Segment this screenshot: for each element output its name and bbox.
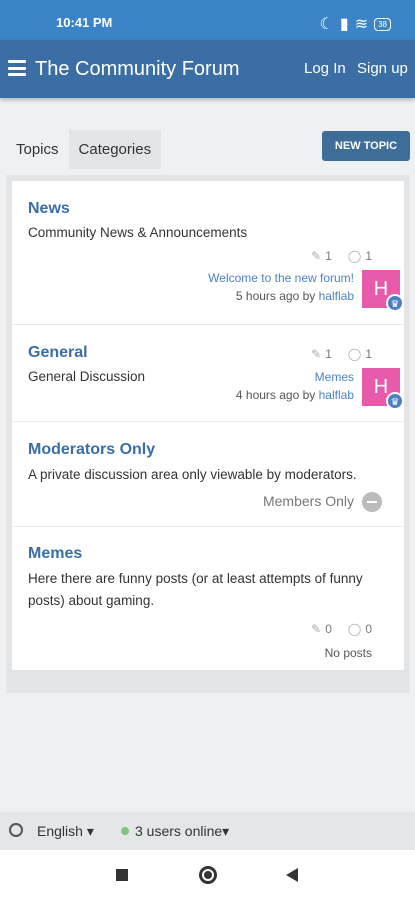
comment-icon: ◯: [347, 347, 362, 361]
language-label: English: [37, 823, 83, 839]
signal-icon: ▮: [339, 16, 349, 33]
crown-icon: ♛: [386, 294, 404, 312]
last-post-meta: 5 hours ago by halflab: [236, 289, 354, 303]
category-counts: ✎ 0 ◯ 0: [311, 622, 372, 636]
comment-icon: ◯: [347, 249, 362, 263]
crown-icon: ♛: [386, 392, 404, 410]
last-post-title[interactable]: Memes: [315, 370, 354, 384]
new-topic-button[interactable]: NEW TOPIC: [322, 131, 410, 161]
users-online-dropdown[interactable]: 3 users online▾: [135, 823, 229, 840]
login-link[interactable]: Log In: [304, 60, 346, 77]
comment-icon: ◯: [347, 622, 362, 636]
category-description: Community News & Announcements: [28, 225, 248, 240]
category-general[interactable]: General General Discussion ✎ 1 ◯ 1 Memes 4…: [12, 325, 404, 422]
caret-down-icon: ▾: [222, 823, 230, 839]
post-count: 0: [365, 622, 372, 636]
category-title[interactable]: Moderators Only: [28, 441, 155, 459]
no-posts-label: No posts: [324, 646, 372, 660]
category-title[interactable]: News: [28, 200, 70, 218]
signup-link[interactable]: Sign up: [357, 60, 408, 77]
pencil-icon: ✎: [311, 622, 322, 636]
avatar-letter: H: [373, 278, 389, 300]
caret-down-icon: ▾: [86, 823, 94, 839]
avatar[interactable]: H ♛: [362, 270, 404, 312]
battery-icon: 38: [374, 17, 391, 31]
recent-apps-icon[interactable]: [116, 869, 128, 881]
restricted-icon: [362, 492, 382, 512]
topic-count: 1: [325, 347, 332, 361]
tab-categories[interactable]: Categories: [68, 130, 162, 169]
category-memes[interactable]: Memes Here there are funny posts (or at …: [12, 527, 404, 670]
system-icons: ☾ ▮ ≋ 38: [320, 14, 391, 34]
categories-panel: News Community News & Announcements ✎ 1 ◯…: [6, 175, 410, 693]
category-moderators-only[interactable]: Moderators Only A private discussion are…: [12, 422, 404, 527]
pencil-icon: ✎: [311, 249, 322, 263]
category-title[interactable]: Memes: [28, 545, 82, 563]
pencil-icon: ✎: [311, 347, 322, 361]
last-post-meta: 4 hours ago by halflab: [236, 388, 354, 402]
category-list: News Community News & Announcements ✎ 1 ◯…: [12, 181, 404, 670]
category-counts: ✎ 1 ◯ 1: [311, 249, 372, 263]
language-selector[interactable]: English ▾: [37, 823, 94, 840]
app-bar: The Community Forum Log In Sign up: [0, 40, 415, 98]
forum-title[interactable]: The Community Forum: [35, 58, 240, 81]
members-only-label: Members Only: [262, 493, 354, 509]
status-time: 10:41 PM: [56, 15, 113, 30]
view-tabs: Topics Categories: [6, 130, 162, 169]
users-online-label: 3 users online: [135, 823, 223, 839]
last-post-title[interactable]: Welcome to the new forum!: [208, 271, 354, 285]
footer-bar: English ▾ 3 users online▾: [0, 812, 415, 850]
last-post-time: 4 hours ago by: [235, 388, 316, 402]
globe-icon: [9, 823, 23, 837]
category-news[interactable]: News Community News & Announcements ✎ 1 ◯…: [12, 181, 404, 325]
post-count: 1: [365, 347, 372, 361]
category-description: A private discussion area only viewable …: [28, 467, 357, 482]
topic-count: 0: [325, 622, 332, 636]
last-post-user[interactable]: halflab: [319, 289, 354, 303]
avatar[interactable]: H ♛: [362, 368, 404, 410]
tab-topics[interactable]: Topics: [6, 130, 69, 169]
wifi-icon: ≋: [354, 16, 369, 33]
category-title[interactable]: General: [28, 344, 88, 362]
status-bar: 10:41 PM ☾ ▮ ≋ 38: [0, 0, 415, 44]
topic-count: 1: [325, 249, 332, 263]
category-description: Here there are funny posts (or at least …: [28, 571, 363, 608]
last-post-time: 5 hours ago by: [235, 289, 316, 303]
avatar-letter: H: [373, 376, 389, 398]
category-counts: ✎ 1 ◯ 1: [311, 347, 372, 361]
post-count: 1: [365, 249, 372, 263]
online-indicator-icon: [121, 827, 129, 835]
back-icon[interactable]: [286, 868, 298, 882]
hamburger-menu-icon[interactable]: [8, 60, 26, 76]
moon-icon: ☾: [319, 16, 334, 33]
home-icon[interactable]: [199, 866, 217, 884]
android-nav-bar: [0, 850, 415, 900]
last-post-user[interactable]: halflab: [319, 388, 354, 402]
